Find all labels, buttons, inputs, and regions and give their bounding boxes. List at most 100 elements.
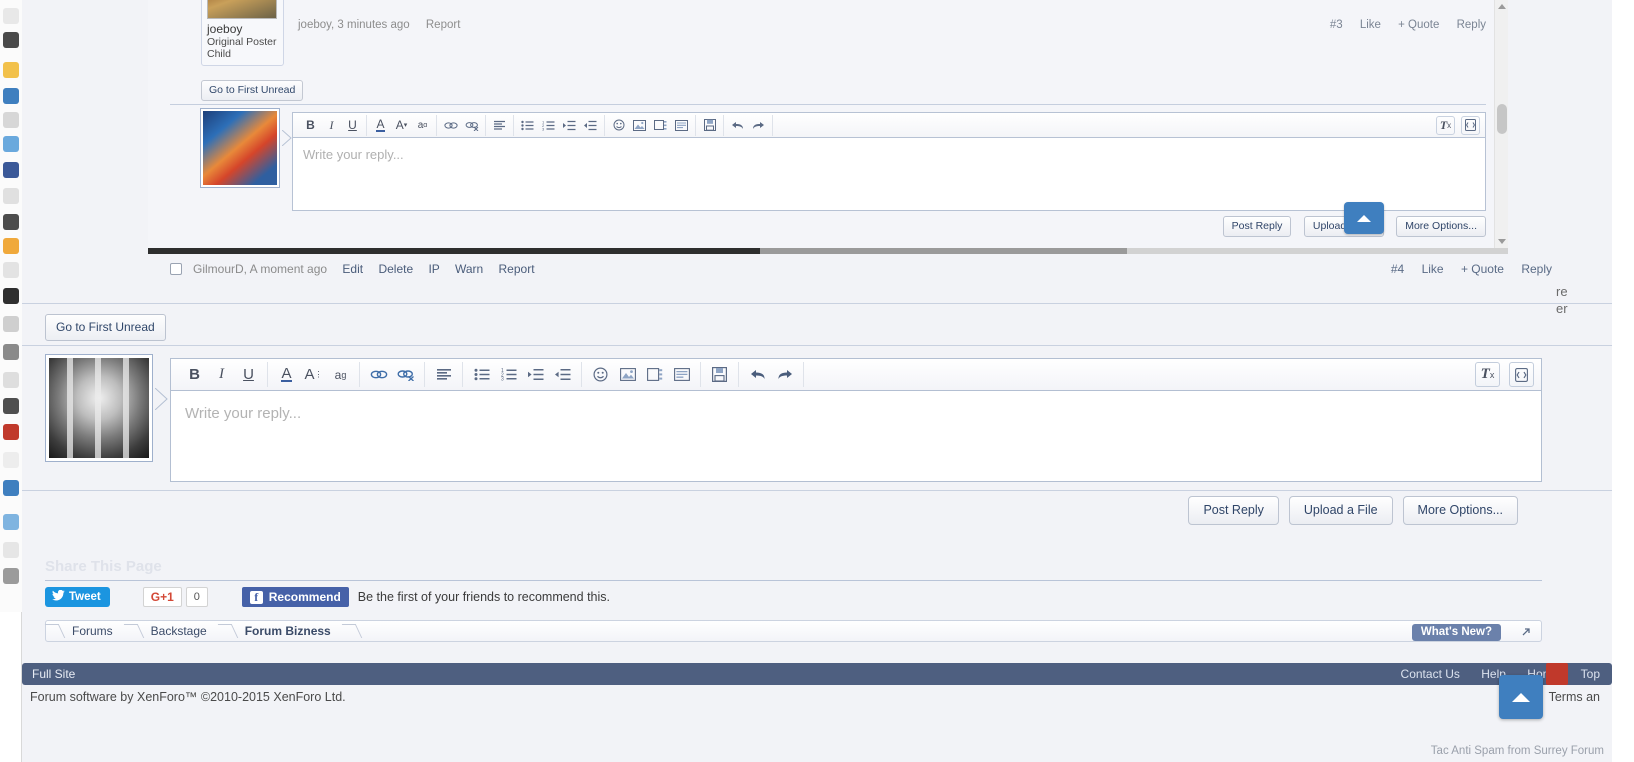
dock-icon-21[interactable] bbox=[3, 542, 19, 558]
draft-save-icon[interactable] bbox=[708, 363, 731, 386]
post-4-report-link[interactable]: Report bbox=[499, 262, 535, 276]
numbered-list-icon[interactable]: 123 bbox=[539, 116, 558, 135]
text-color-icon[interactable]: A bbox=[371, 116, 390, 135]
dock-icon-10[interactable] bbox=[3, 238, 19, 254]
bold-icon[interactable]: B bbox=[183, 363, 206, 386]
redo-icon[interactable] bbox=[749, 116, 768, 135]
toggle-bbcode-icon[interactable] bbox=[1461, 115, 1480, 135]
italic-icon[interactable]: I bbox=[322, 116, 341, 135]
numbered-list-icon[interactable]: 123 bbox=[497, 363, 520, 386]
draft-save-icon[interactable] bbox=[700, 116, 719, 135]
post-reply-button[interactable]: Post Reply bbox=[1188, 496, 1279, 525]
dock-icon-14[interactable] bbox=[3, 344, 19, 360]
dock-icon-3[interactable] bbox=[3, 62, 19, 78]
dock-icon-6[interactable] bbox=[3, 136, 19, 152]
scroll-down-arrow-icon[interactable] bbox=[1498, 239, 1506, 244]
inline-more-options-button[interactable]: More Options... bbox=[1396, 216, 1486, 237]
facebook-recommend-button[interactable]: f Recommend bbox=[241, 587, 349, 607]
bullet-list-icon[interactable] bbox=[470, 363, 493, 386]
dock-icon-8[interactable] bbox=[3, 188, 19, 204]
breadcrumb-item-forums[interactable]: Forums bbox=[60, 621, 125, 641]
go-to-first-unread-button[interactable]: Go to First Unread bbox=[45, 314, 166, 341]
post-3-like-link[interactable]: Like bbox=[1360, 19, 1381, 31]
dock-icon-9[interactable] bbox=[3, 214, 19, 230]
smilie-icon[interactable] bbox=[609, 116, 628, 135]
contact-us-link[interactable]: Contact Us bbox=[1401, 667, 1460, 681]
post-4-ip-link[interactable]: IP bbox=[428, 262, 439, 276]
underline-icon[interactable]: U bbox=[343, 116, 362, 135]
breadcrumb-item-backstage[interactable]: Backstage bbox=[139, 621, 219, 641]
more-options-button[interactable]: More Options... bbox=[1402, 496, 1518, 525]
dock-icon-1[interactable] bbox=[3, 8, 19, 24]
dock-icon-4[interactable] bbox=[3, 88, 19, 104]
dock-icon-16[interactable] bbox=[3, 398, 19, 414]
insert-link-icon[interactable] bbox=[441, 116, 460, 135]
reply-editor-textarea[interactable]: Write your reply... bbox=[170, 390, 1542, 482]
bold-icon[interactable]: B bbox=[301, 116, 320, 135]
top-link[interactable]: Top bbox=[1581, 667, 1600, 681]
insert-media-icon[interactable] bbox=[643, 363, 666, 386]
indent-icon[interactable] bbox=[524, 363, 547, 386]
post-4-select-checkbox[interactable] bbox=[170, 263, 182, 275]
dock-icon-22[interactable] bbox=[3, 568, 19, 584]
inline-editor-textarea[interactable]: Write your reply... bbox=[292, 137, 1486, 211]
current-user-avatar[interactable] bbox=[45, 354, 153, 462]
remove-formatting-icon[interactable]: Tx bbox=[1475, 362, 1500, 387]
smilie-icon[interactable] bbox=[589, 363, 612, 386]
insert-media-icon[interactable] bbox=[651, 116, 670, 135]
outdent-icon[interactable] bbox=[551, 363, 574, 386]
dock-icon-20[interactable] bbox=[3, 514, 19, 530]
breadcrumb-item-forum-bizness[interactable]: Forum Bizness bbox=[233, 621, 343, 641]
scrollbar-thumb[interactable] bbox=[1497, 104, 1507, 134]
post-3-quote-link[interactable]: + Quote bbox=[1398, 19, 1439, 31]
expand-icon[interactable] bbox=[1519, 625, 1533, 639]
font-family-icon[interactable]: aα bbox=[413, 116, 432, 135]
tweet-button[interactable]: Tweet bbox=[45, 587, 110, 607]
font-size-icon[interactable]: A ▾ bbox=[392, 116, 411, 135]
dock-icon-15[interactable] bbox=[3, 372, 19, 388]
upload-file-button[interactable]: Upload a File bbox=[1288, 496, 1393, 525]
insert-image-icon[interactable] bbox=[630, 116, 649, 135]
rss-badge[interactable] bbox=[1546, 663, 1568, 685]
dock-icon-19[interactable] bbox=[3, 480, 19, 496]
scroll-to-top-button[interactable] bbox=[1499, 675, 1543, 719]
post-3-report-link[interactable]: Report bbox=[426, 19, 461, 31]
google-plus-one-button[interactable]: G+1 bbox=[142, 587, 182, 607]
insert-link-icon[interactable] bbox=[367, 363, 390, 386]
dock-icon-13[interactable] bbox=[3, 316, 19, 332]
inline-post-reply-button[interactable]: Post Reply bbox=[1222, 216, 1292, 237]
go-to-first-unread-button-inner[interactable]: Go to First Unread bbox=[201, 80, 304, 101]
insert-image-icon[interactable] bbox=[616, 363, 639, 386]
dock-icon-17[interactable] bbox=[3, 424, 19, 440]
dock-icon-12[interactable] bbox=[3, 288, 19, 304]
dock-icon-5[interactable] bbox=[3, 112, 19, 128]
italic-icon[interactable]: I bbox=[210, 363, 233, 386]
post-4-like-link[interactable]: Like bbox=[1422, 262, 1444, 276]
terms-link[interactable]: Terms an bbox=[1549, 690, 1600, 704]
post-4-quote-link[interactable]: + Quote bbox=[1461, 262, 1504, 276]
full-site-link[interactable]: Full Site bbox=[22, 667, 75, 681]
toggle-bbcode-icon[interactable] bbox=[1509, 362, 1534, 387]
unlink-icon[interactable] bbox=[462, 116, 481, 135]
dock-icon-11[interactable] bbox=[3, 262, 19, 278]
post-3-reply-link[interactable]: Reply bbox=[1457, 19, 1486, 31]
text-color-icon[interactable]: A bbox=[275, 363, 298, 386]
font-size-icon[interactable]: A ⋮ bbox=[302, 363, 325, 386]
dock-icon-18[interactable] bbox=[3, 452, 19, 468]
post-3-username[interactable]: joeboy bbox=[207, 22, 278, 36]
align-icon[interactable] bbox=[432, 363, 455, 386]
dock-icon-7[interactable] bbox=[3, 162, 19, 178]
outdent-icon[interactable] bbox=[581, 116, 600, 135]
scroll-to-top-button-small[interactable] bbox=[1344, 202, 1384, 234]
scroll-up-arrow-icon[interactable] bbox=[1498, 4, 1506, 9]
undo-icon[interactable] bbox=[728, 116, 747, 135]
redo-icon[interactable] bbox=[773, 363, 796, 386]
unlink-icon[interactable] bbox=[394, 363, 417, 386]
post-4-reply-link[interactable]: Reply bbox=[1521, 262, 1552, 276]
font-family-icon[interactable]: ag bbox=[329, 363, 352, 386]
remove-formatting-icon[interactable]: Tx bbox=[1436, 115, 1455, 135]
undo-icon[interactable] bbox=[746, 363, 769, 386]
dock-icon-2[interactable] bbox=[3, 32, 19, 48]
whats-new-button[interactable]: What's New? bbox=[1411, 624, 1501, 641]
bullet-list-icon[interactable] bbox=[518, 116, 537, 135]
